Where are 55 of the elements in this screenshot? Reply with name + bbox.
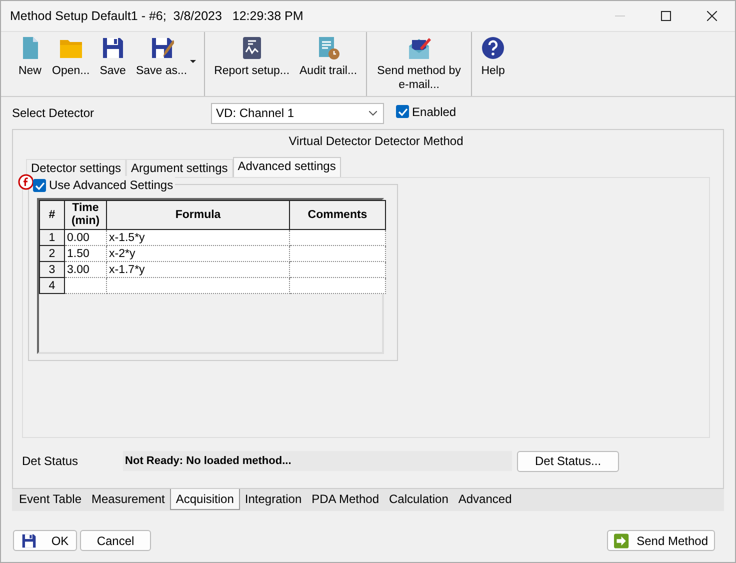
tab[interactable]: PDA Method [306,489,384,508]
chevron-down-icon [369,110,378,116]
column-header: # [40,200,64,230]
row-number: 2 [40,246,64,262]
toolbar-button[interactable]: Report setup... [209,36,295,96]
tab[interactable]: Acquisition [170,489,240,510]
toolbar-button[interactable]: Save as... [130,36,192,96]
ok-button[interactable]: OK [13,530,77,551]
function-icon [18,174,34,190]
tab[interactable]: Advanced [453,489,517,508]
toolbar-button[interactable]: Audit trail... [294,36,362,96]
column-header: Comments [290,200,386,230]
window-title: Method Setup Default1 - #6; 3/8/2023 12:29:38 PM [10,8,304,25]
table-cell[interactable]: x-1.5*y [106,230,290,246]
help-icon [481,36,506,60]
use-advanced-checkbox[interactable] [33,178,46,192]
table-cell[interactable]: 0.00 [64,230,106,246]
panel-title: Virtual Detector Detector Method [288,133,464,150]
row-number: 4 [40,278,64,294]
send-method-button[interactable]: Send Method [607,530,715,551]
table-cell[interactable]: 1.50 [64,246,106,262]
toolbar-button[interactable]: New [13,36,47,96]
document-clock-icon [316,36,340,60]
column-header: Formula [106,200,290,230]
tab[interactable]: Calculation [384,489,454,508]
det-status-field: Not Ready: No loaded method... [123,451,512,471]
toolbar-button[interactable]: Send method by e-mail... [371,36,468,96]
det-status-button[interactable]: Det Status... [517,450,620,472]
enabled-checkbox[interactable] [396,105,410,118]
toolbar-button[interactable]: Save [94,36,131,96]
envelope-pencil-icon [407,36,432,60]
toolbar-button[interactable]: Help [476,36,510,96]
row-number: 3 [40,262,64,278]
tab[interactable]: Event Table [14,489,86,508]
tab[interactable]: Integration [240,489,307,508]
use-advanced-label: Use Advanced Settings [49,177,174,194]
close-icon [707,11,717,21]
table-cell[interactable]: x-2*y [106,246,290,262]
tab[interactable]: Measurement [86,489,170,508]
arrow-right-icon [614,532,629,548]
table-cell[interactable]: x-1.7*y [106,262,290,278]
floppy-pencil-icon [150,36,174,60]
select-detector-label: Select Detector [12,105,94,122]
table-cell[interactable]: 3.00 [64,262,106,278]
det-status-label: Det Status [22,453,78,470]
tab[interactable]: Argument settings [126,159,233,177]
tab[interactable]: Advanced settings [232,157,341,177]
column-header: Time (min) [64,200,106,230]
row-number: 1 [40,230,64,246]
maximize-icon [661,11,671,21]
detector-dropdown[interactable]: VD: Channel 1 [211,102,384,124]
cancel-button[interactable]: Cancel [80,530,151,551]
enabled-label: Enabled [412,104,456,120]
toolbar-button[interactable]: Open... [47,36,95,96]
tab[interactable]: Detector settings [26,159,126,177]
